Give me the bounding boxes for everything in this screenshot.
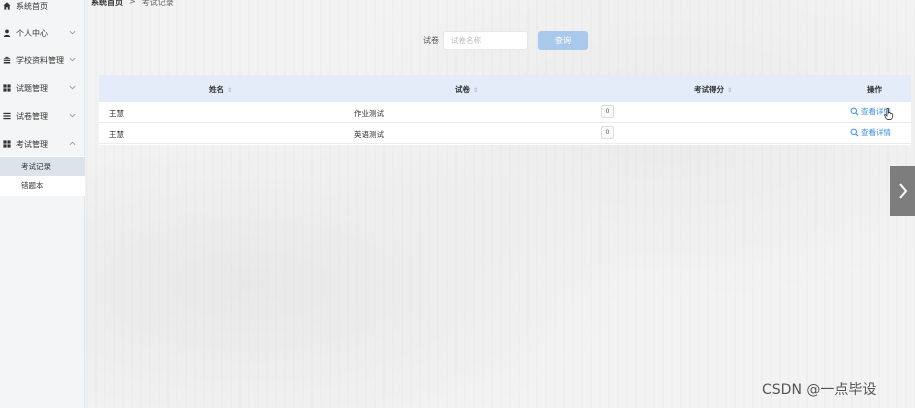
- breadcrumb-home[interactable]: 系统首页: [91, 0, 123, 9]
- sort-icon[interactable]: ⇕: [727, 87, 732, 94]
- cell-paper: 作业测试: [354, 109, 384, 118]
- chevron-down-icon: [67, 112, 77, 120]
- exam-records-table: 姓名 ⇕ 试卷 ⇕ 考试得分 ⇕ 操作 王慧 作业测试 0 查看详情 王慧 英语测试 …: [99, 75, 911, 145]
- grid-icon: [2, 83, 12, 93]
- search-icon: [850, 128, 859, 137]
- chevron-down-icon: [67, 56, 77, 64]
- table-row: 王慧 英语测试 0 查看详情: [99, 123, 911, 144]
- sidebar-item-label: 系统首页: [16, 1, 48, 11]
- sidebar-subitem-label: 考试记录: [21, 162, 51, 171]
- cell-score: 0: [601, 105, 614, 118]
- breadcrumb-separator: >: [129, 0, 136, 6]
- sidebar-item-label: 考试管理: [16, 139, 48, 149]
- table-row: 王慧 作业测试 0 查看详情: [99, 102, 911, 123]
- chevron-up-icon: [67, 140, 77, 148]
- hand-cursor-icon: [884, 108, 893, 122]
- list-icon: [2, 111, 12, 121]
- bank-icon: [2, 55, 12, 65]
- search-label: 试卷: [423, 36, 439, 45]
- cell-score: 0: [601, 126, 614, 139]
- submenu-exam: 考试记录 错题本: [0, 156, 85, 196]
- sort-icon[interactable]: ⇕: [473, 87, 478, 94]
- sidebar-subitem-label: 错题本: [21, 181, 44, 190]
- column-header-action: 操作: [867, 85, 882, 94]
- cell-paper: 英语测试: [354, 130, 384, 139]
- home-icon: [2, 1, 12, 11]
- next-page-arrow[interactable]: [890, 166, 915, 216]
- paper-search-input[interactable]: [443, 31, 528, 50]
- sidebar-item-home[interactable]: 系统首页: [0, 0, 85, 17]
- breadcrumb: 系统首页 > 考试记录: [91, 0, 174, 9]
- sidebar-subitem-exam-records[interactable]: 考试记录: [0, 157, 85, 176]
- column-header-name[interactable]: 姓名 ⇕: [209, 84, 232, 95]
- cell-name: 王慧: [109, 109, 124, 118]
- query-button[interactable]: 查询: [538, 31, 588, 50]
- sidebar-item-personal-center[interactable]: 个人中心: [0, 22, 85, 44]
- sidebar-item-label: 试卷管理: [16, 111, 48, 121]
- main-content: 系统首页 > 考试记录 试卷 查询 姓名⇕ 试卷⇕ 考试得分⇕ 操作 王慧 作业…: [86, 0, 915, 408]
- chevron-down-icon: [67, 29, 77, 37]
- column-header-paper[interactable]: 试卷 ⇕: [455, 84, 478, 95]
- sort-icon[interactable]: ⇕: [227, 87, 232, 94]
- view-details-link[interactable]: 查看详情: [850, 127, 891, 138]
- sidebar: 系统首页 个人中心 学校资料管理 试题管理 试卷管理 考试管理 考试记录 错题本: [0, 0, 85, 408]
- grid-icon: [2, 139, 12, 149]
- chevron-right-icon: [898, 183, 907, 199]
- view-details-label: 查看详情: [861, 128, 891, 137]
- cell-name: 王慧: [109, 130, 124, 139]
- sidebar-item-paper-management[interactable]: 试卷管理: [0, 105, 85, 127]
- sidebar-item-label: 学校资料管理: [16, 55, 64, 65]
- sidebar-subitem-wrong-questions[interactable]: 错题本: [0, 176, 85, 195]
- breadcrumb-current: 考试记录: [141, 0, 174, 7]
- column-header-score[interactable]: 考试得分 ⇕: [694, 84, 732, 95]
- search-icon: [850, 107, 859, 116]
- user-icon: [2, 28, 12, 38]
- table-header: 姓名 ⇕ 试卷 ⇕ 考试得分 ⇕ 操作: [99, 75, 911, 102]
- sidebar-item-question-management[interactable]: 试题管理: [0, 77, 85, 99]
- watermark: CSDN @一点毕设: [762, 382, 877, 398]
- sidebar-item-exam-management[interactable]: 考试管理: [0, 133, 85, 155]
- sidebar-item-label: 试题管理: [16, 83, 48, 93]
- sidebar-item-school-data[interactable]: 学校资料管理: [0, 49, 85, 71]
- chevron-down-icon: [67, 84, 77, 92]
- sidebar-item-label: 个人中心: [16, 28, 48, 38]
